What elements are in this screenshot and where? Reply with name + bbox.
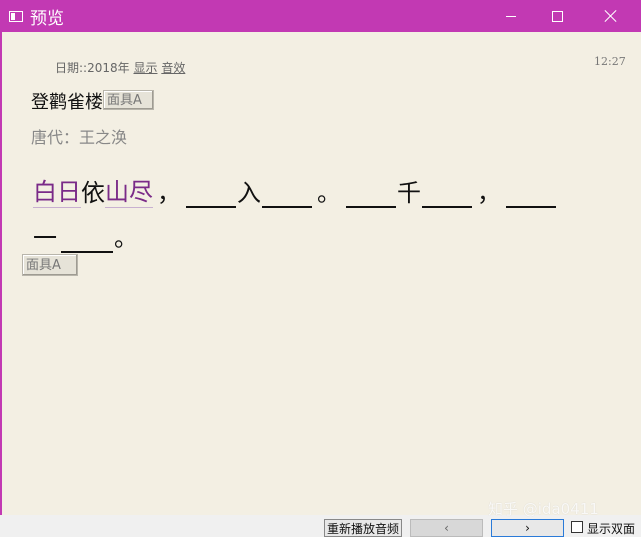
blank-slot[interactable] (506, 180, 556, 208)
poem-char: 一 (33, 224, 57, 252)
punctuation: 。 (114, 224, 138, 252)
show-link[interactable]: 显示 (133, 61, 157, 75)
double-side-checkbox[interactable] (571, 521, 583, 533)
date-line: 日期::2018年 显示 音效 (55, 59, 185, 76)
next-button[interactable]: › (491, 519, 564, 537)
minimize-icon (506, 15, 516, 17)
watermark: 知乎 @ida0411 (488, 500, 599, 518)
poem-line-2: 一 。 (33, 208, 557, 253)
double-side-label: 显示双面 (587, 522, 636, 536)
poem-char: 入 (237, 179, 261, 207)
app-window-icon (9, 10, 23, 22)
revealed-word[interactable]: 白日 (33, 172, 81, 208)
poem-char: 千 (397, 179, 421, 207)
window-title: 预览 (30, 8, 64, 29)
sound-effect-link[interactable]: 音效 (161, 61, 185, 75)
replay-audio-button[interactable]: 重新播放音频 (324, 519, 402, 537)
mask-a-button-title[interactable]: 面具A (103, 90, 154, 110)
poem-author: 唐代：王之涣 (31, 128, 128, 147)
date-text: 日期::2018年 (55, 61, 130, 75)
mask-a-button[interactable]: 面具A (22, 254, 78, 276)
blank-slot[interactable] (346, 180, 396, 208)
poem-title: 登鹳雀楼 (31, 92, 103, 113)
maximize-icon (551, 10, 563, 22)
poem-body: 白日 依 山尽 ， 入 。 千 ， 一 。 (33, 163, 557, 253)
previous-button[interactable]: ‹ (410, 519, 483, 537)
punctuation: ， (477, 179, 501, 207)
title-bar: 预览 (0, 0, 641, 32)
revealed-word[interactable]: 山尽 (105, 172, 153, 208)
punctuation: 。 (317, 179, 341, 207)
poem-line-1: 白日 依 山尽 ， 入 。 千 ， (33, 163, 557, 208)
blank-slot[interactable] (422, 180, 472, 208)
close-icon (605, 10, 617, 22)
blank-slot[interactable] (61, 225, 113, 253)
punctuation: ， (157, 179, 181, 207)
maximize-button[interactable] (533, 0, 581, 32)
clock-time: 12:27 (594, 55, 626, 68)
minimize-button[interactable] (487, 0, 535, 32)
poem-char: 依 (81, 179, 105, 207)
close-button[interactable] (587, 0, 635, 32)
blank-slot[interactable] (262, 180, 312, 208)
window-border (0, 32, 2, 537)
blank-slot[interactable] (186, 180, 236, 208)
